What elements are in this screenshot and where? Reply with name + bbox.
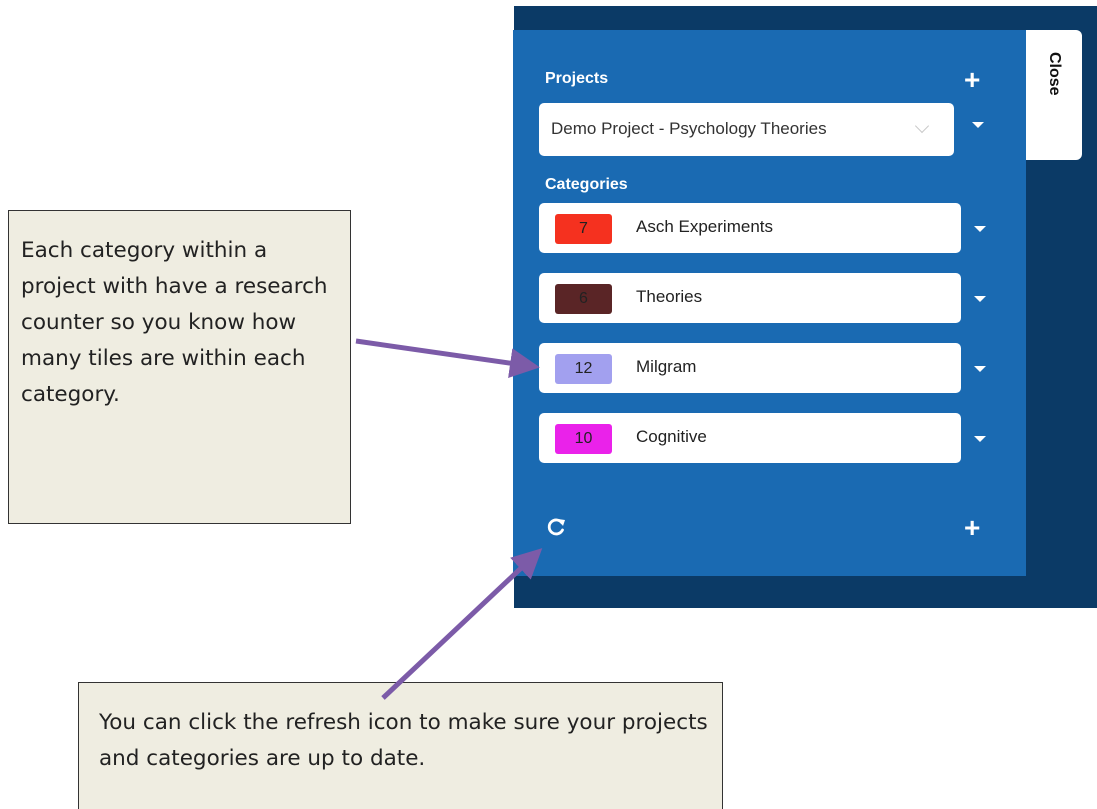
arrow-to-counter	[355, 338, 540, 379]
arrow-to-refresh	[381, 548, 543, 700]
annotation-arrows	[355, 338, 543, 700]
